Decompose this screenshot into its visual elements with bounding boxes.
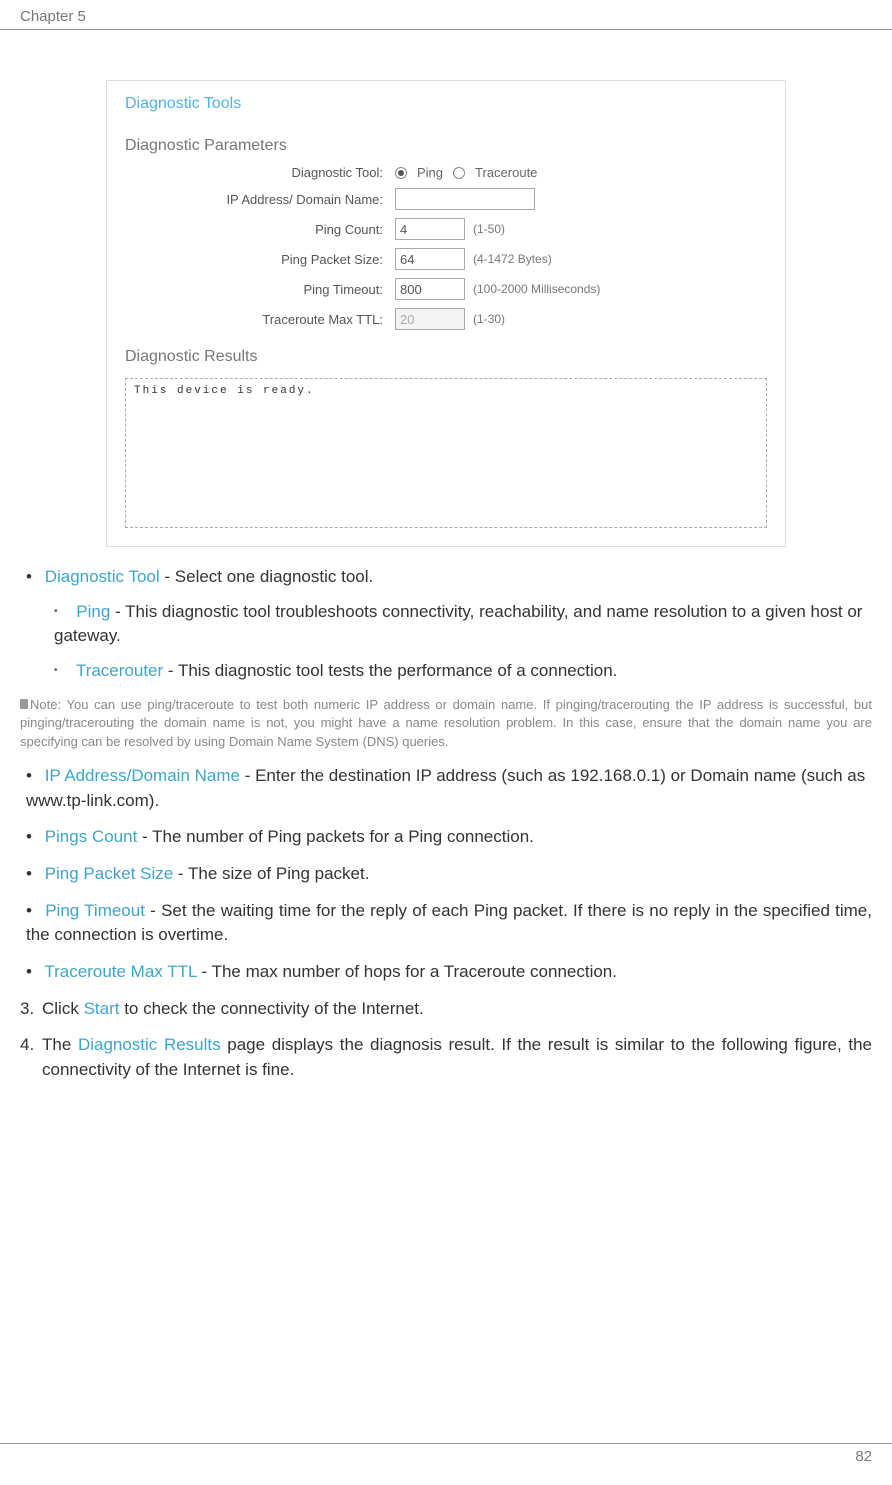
input-ttl <box>395 308 465 330</box>
params-section-title: Diagnostic Parameters <box>107 123 785 161</box>
item-count: Pings Count - The number of Ping packets… <box>26 825 872 850</box>
content: Diagnostic Tools Diagnostic Parameters D… <box>0 30 892 1315</box>
item-timeout: Ping Timeout - Set the waiting time for … <box>26 899 872 948</box>
subitem-ping: Ping - This diagnostic tool troubleshoot… <box>54 600 872 649</box>
chapter-label: Chapter 5 <box>20 8 86 25</box>
row-diagnostic-tool: Diagnostic Tool: Ping Traceroute <box>107 161 785 184</box>
hint-size: (4-1472 Bytes) <box>473 252 552 266</box>
page-number: 82 <box>855 1448 872 1465</box>
item-diagnostic-tool: Diagnostic Tool - Select one diagnostic … <box>26 565 872 684</box>
diagnostic-panel: Diagnostic Tools Diagnostic Parameters D… <box>106 80 786 547</box>
step-4-num: 4. <box>20 1033 42 1082</box>
row-ip: IP Address/ Domain Name: <box>107 184 785 214</box>
label-size: Ping Packet Size: <box>125 252 395 267</box>
page-header: Chapter 5 <box>0 0 892 30</box>
note-block: Note: You can use ping/traceroute to tes… <box>20 696 872 753</box>
hint-timeout: (100-2000 Milliseconds) <box>473 282 600 296</box>
input-ping-count[interactable] <box>395 218 465 240</box>
input-timeout[interactable] <box>395 278 465 300</box>
note-icon <box>20 699 28 709</box>
label-ttl: Traceroute Max TTL: <box>125 312 395 327</box>
radio-traceroute-label: Traceroute <box>475 165 537 180</box>
step-3-num: 3. <box>20 997 42 1022</box>
subitem-tracerouter: Tracerouter - This diagnostic tool tests… <box>54 659 872 684</box>
row-ttl: Traceroute Max TTL: (1-30) <box>107 304 785 334</box>
kw-count: Pings Count <box>45 827 138 846</box>
kw-ping: Ping <box>76 602 110 621</box>
results-box: This device is ready. <box>125 378 767 528</box>
doc-body: Diagnostic Tool - Select one diagnostic … <box>20 565 872 1083</box>
row-timeout: Ping Timeout: (100-2000 Milliseconds) <box>107 274 785 304</box>
item-ip: IP Address/Domain Name - Enter the desti… <box>26 764 872 813</box>
note-label: Note: <box>30 697 61 712</box>
label-diagnostic-tool: Diagnostic Tool: <box>125 165 395 180</box>
label-timeout: Ping Timeout: <box>125 282 395 297</box>
input-packet-size[interactable] <box>395 248 465 270</box>
radio-ping[interactable] <box>395 167 407 179</box>
item-size: Ping Packet Size - The size of Ping pack… <box>26 862 872 887</box>
page-footer: 82 <box>0 1443 892 1485</box>
panel-title: Diagnostic Tools <box>107 81 785 123</box>
row-count: Ping Count: (1-50) <box>107 214 785 244</box>
hint-count: (1-50) <box>473 222 505 236</box>
results-section-title: Diagnostic Results <box>107 334 785 372</box>
step-3: 3. Click Start to check the connectivity… <box>20 997 872 1022</box>
item-ttl: Traceroute Max TTL - The max number of h… <box>26 960 872 985</box>
kw-timeout: Ping Timeout <box>45 901 145 920</box>
kw-tracerouter: Tracerouter <box>76 661 163 680</box>
label-ip: IP Address/ Domain Name: <box>125 192 395 207</box>
row-size: Ping Packet Size: (4-1472 Bytes) <box>107 244 785 274</box>
step-4: 4. The Diagnostic Results page displays … <box>20 1033 872 1082</box>
kw-start: Start <box>84 999 120 1018</box>
kw-diagnostic-tool: Diagnostic Tool <box>45 567 160 586</box>
note-text: You can use ping/traceroute to test both… <box>20 697 872 750</box>
hint-ttl: (1-30) <box>473 312 505 326</box>
radio-ping-label: Ping <box>417 165 443 180</box>
kw-diagnostic-results: Diagnostic Results <box>78 1035 221 1054</box>
results-text: This device is ready. <box>134 385 315 397</box>
radio-traceroute[interactable] <box>453 167 465 179</box>
label-count: Ping Count: <box>125 222 395 237</box>
kw-ttl: Traceroute Max TTL <box>44 962 196 981</box>
kw-ip: IP Address/Domain Name <box>45 766 240 785</box>
input-ip-domain[interactable] <box>395 188 535 210</box>
kw-size: Ping Packet Size <box>45 864 174 883</box>
